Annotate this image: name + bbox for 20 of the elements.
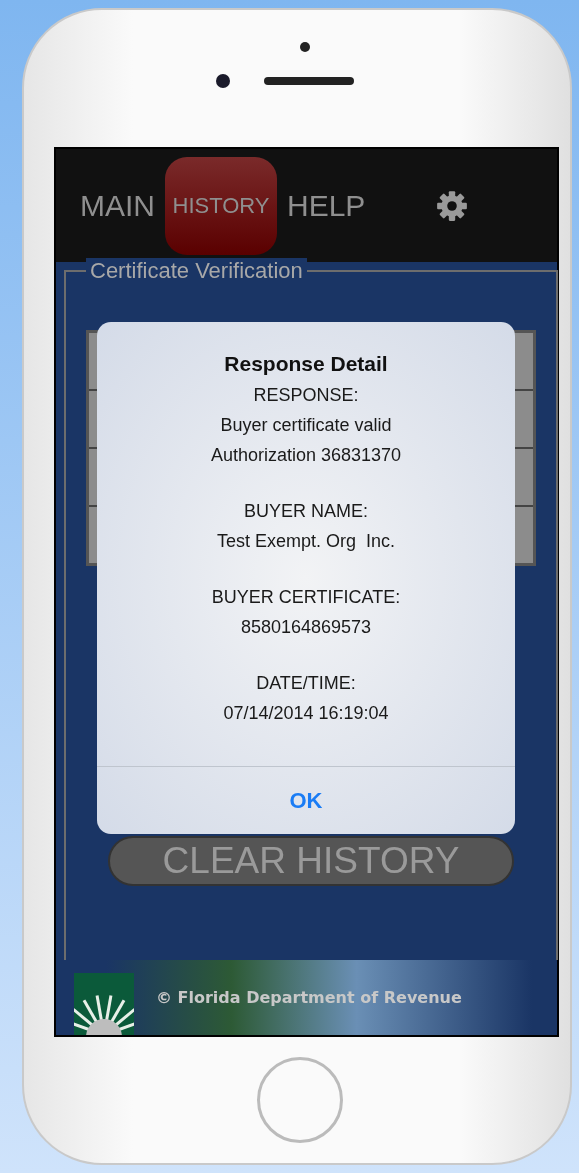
alert-title: Response Detail xyxy=(224,352,388,376)
detail-value: Test Exempt. Org Inc. xyxy=(216,530,396,553)
sensor-dot xyxy=(299,42,310,52)
nav-tab[interactable]: MAIN xyxy=(74,156,161,255)
detail-label: RESPONSE: xyxy=(253,384,359,407)
sun-logo-icon xyxy=(74,973,134,1035)
detail-label: BUYER CERTIFICATE: xyxy=(211,586,401,609)
copyright-text: © Florida Department of Revenue xyxy=(156,988,462,1007)
detail-value: Authorization 36831370 xyxy=(210,444,402,467)
clear-history-button[interactable]: CLEAR HISTORY xyxy=(108,836,514,886)
detail-label: BUYER NAME: xyxy=(244,500,368,523)
detail-value: 07/14/2014 16:19:04 xyxy=(223,702,389,725)
nav-tab[interactable]: HISTORY xyxy=(165,156,277,255)
nav-tab[interactable]: HELP xyxy=(281,156,372,255)
settings-icon[interactable] xyxy=(435,188,470,223)
ok-button[interactable]: OK xyxy=(97,766,515,834)
detail-value: Buyer certificate valid xyxy=(220,414,392,437)
camera-icon xyxy=(215,74,230,88)
detail-label: DATE/TIME: xyxy=(256,672,356,695)
detail-value: 8580164869573 xyxy=(240,616,372,639)
